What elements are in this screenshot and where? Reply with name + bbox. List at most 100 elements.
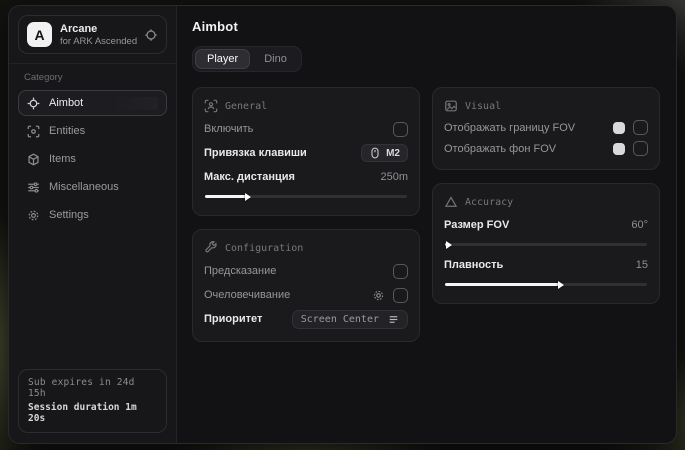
smoothness-row: Плавность 15 [444,253,648,277]
keybind-label: Привязка клавиши [204,147,307,159]
gear-icon [27,209,40,222]
page-title: Aimbot [192,19,660,34]
general-card-header: General [204,99,408,113]
slider-thumb[interactable] [558,281,564,289]
sidebar-item-label: Aimbot [49,97,83,109]
fov-background-checkbox[interactable] [633,141,648,156]
watermark-smudge [112,97,158,110]
scan-person-icon [27,125,40,138]
sidebar-item-label: Miscellaneous [49,181,119,193]
fov-border-controls [613,120,648,135]
sidebar-item-settings[interactable]: Settings [18,202,167,228]
visual-card: Visual Отображать границу FOV Отображать… [432,87,660,170]
configuration-card-header: Configuration [204,241,408,255]
tab-dino[interactable]: Dino [252,49,299,69]
humanization-row: Очеловечивание [204,283,408,307]
priority-value: Screen Center [301,314,379,325]
prediction-row: Предсказание [204,259,408,283]
keybind-row: Привязка клавиши M2 [204,141,408,165]
smoothness-value: 15 [636,259,648,271]
app-logo: A [27,22,52,47]
section-title: Accuracy [465,197,513,208]
accuracy-card-header: Accuracy [444,195,648,209]
humanization-checkbox[interactable] [393,288,408,303]
subscription-status-card: Sub expires in 24d 15h Session duration … [18,369,167,433]
sub-expires-text: Sub expires in 24d 15h [28,377,157,399]
humanization-settings-gear-icon[interactable] [372,289,385,302]
target-tabs: Player Dino [192,46,302,72]
section-title: Configuration [225,243,303,254]
priority-label: Приоритет [204,313,262,325]
slider-fill [445,283,560,286]
sidebar-item-label: Entities [49,125,85,137]
slider-fill [205,195,247,198]
general-card: General Включить Привязка клавиши [192,87,420,216]
fov-background-row: Отображать фон FOV [444,138,648,159]
tab-player[interactable]: Player [195,49,250,69]
triangle-icon [444,195,458,209]
keybind-value: M2 [386,148,400,159]
scope-crosshair-icon[interactable] [144,28,158,42]
fov-border-row: Отображать границу FOV [444,117,648,138]
sliders-icon [27,181,40,194]
configuration-card: Configuration Предсказание Очеловечивани… [192,229,420,342]
category-label: Category [24,72,161,83]
app-window: A Arcane for ARK Ascended Category Aim [8,5,677,444]
enable-checkbox[interactable] [393,122,408,137]
fov-background-color-swatch[interactable] [613,143,625,155]
settings-grid: General Включить Привязка клавиши [192,87,660,342]
wrench-icon [204,241,218,255]
fov-background-label: Отображать фон FOV [444,143,556,155]
keybind-button[interactable]: M2 [361,144,408,162]
visual-card-header: Visual [444,99,648,113]
prediction-checkbox[interactable] [393,264,408,279]
enable-row: Включить [204,117,408,141]
max-distance-value: 250m [380,171,408,183]
enable-label: Включить [204,123,253,135]
left-column: General Включить Привязка клавиши [192,87,420,342]
humanization-label: Очеловечивание [204,289,290,301]
main-content: Aimbot Player Dino General [177,6,676,443]
brand-card: A Arcane for ARK Ascended [18,15,167,54]
sidebar-item-miscellaneous[interactable]: Miscellaneous [18,174,167,200]
brand-text: Arcane for ARK Ascended [60,23,136,47]
section-title: General [225,101,267,112]
fov-size-slider[interactable] [445,243,647,246]
fov-border-color-swatch[interactable] [613,122,625,134]
max-distance-row: Макс. дистанция 250m [204,165,408,189]
fov-border-checkbox[interactable] [633,120,648,135]
sidebar-item-label: Items [49,153,76,165]
slider-thumb[interactable] [245,193,251,201]
smoothness-slider[interactable] [445,283,647,286]
priority-row: Приоритет Screen Center [204,307,408,331]
crosshair-icon [27,97,40,110]
fov-size-label: Размер FOV [444,219,509,231]
app-subtitle: for ARK Ascended [60,36,136,47]
sidebar-item-label: Settings [49,209,89,221]
sidebar-item-items[interactable]: Items [18,146,167,172]
accuracy-card: Accuracy Размер FOV 60° Плавность 15 [432,183,660,304]
person-scan-icon [204,99,218,113]
sidebar-item-aimbot[interactable]: Aimbot [18,90,167,116]
max-distance-label: Макс. дистанция [204,171,295,183]
session-duration-text: Session duration 1m 20s [28,402,157,424]
sidebar-item-entities[interactable]: Entities [18,118,167,144]
humanization-controls [372,288,408,303]
prediction-label: Предсказание [204,265,276,277]
fov-background-controls [613,141,648,156]
smoothness-label: Плавность [444,259,503,271]
image-icon [444,99,458,113]
max-distance-slider[interactable] [205,195,407,198]
sidebar-nav: Aimbot Entities Items [18,90,167,228]
sidebar-divider [9,63,176,64]
fov-size-value: 60° [631,219,648,231]
fov-border-label: Отображать границу FOV [444,122,575,134]
right-column: Visual Отображать границу FOV Отображать… [432,87,660,304]
slider-thumb[interactable] [446,241,452,249]
section-title: Visual [465,101,501,112]
priority-dropdown[interactable]: Screen Center [292,310,408,329]
mouse-icon [369,147,381,159]
list-icon [388,314,399,325]
sidebar: A Arcane for ARK Ascended Category Aim [9,6,177,443]
box-icon [27,153,40,166]
